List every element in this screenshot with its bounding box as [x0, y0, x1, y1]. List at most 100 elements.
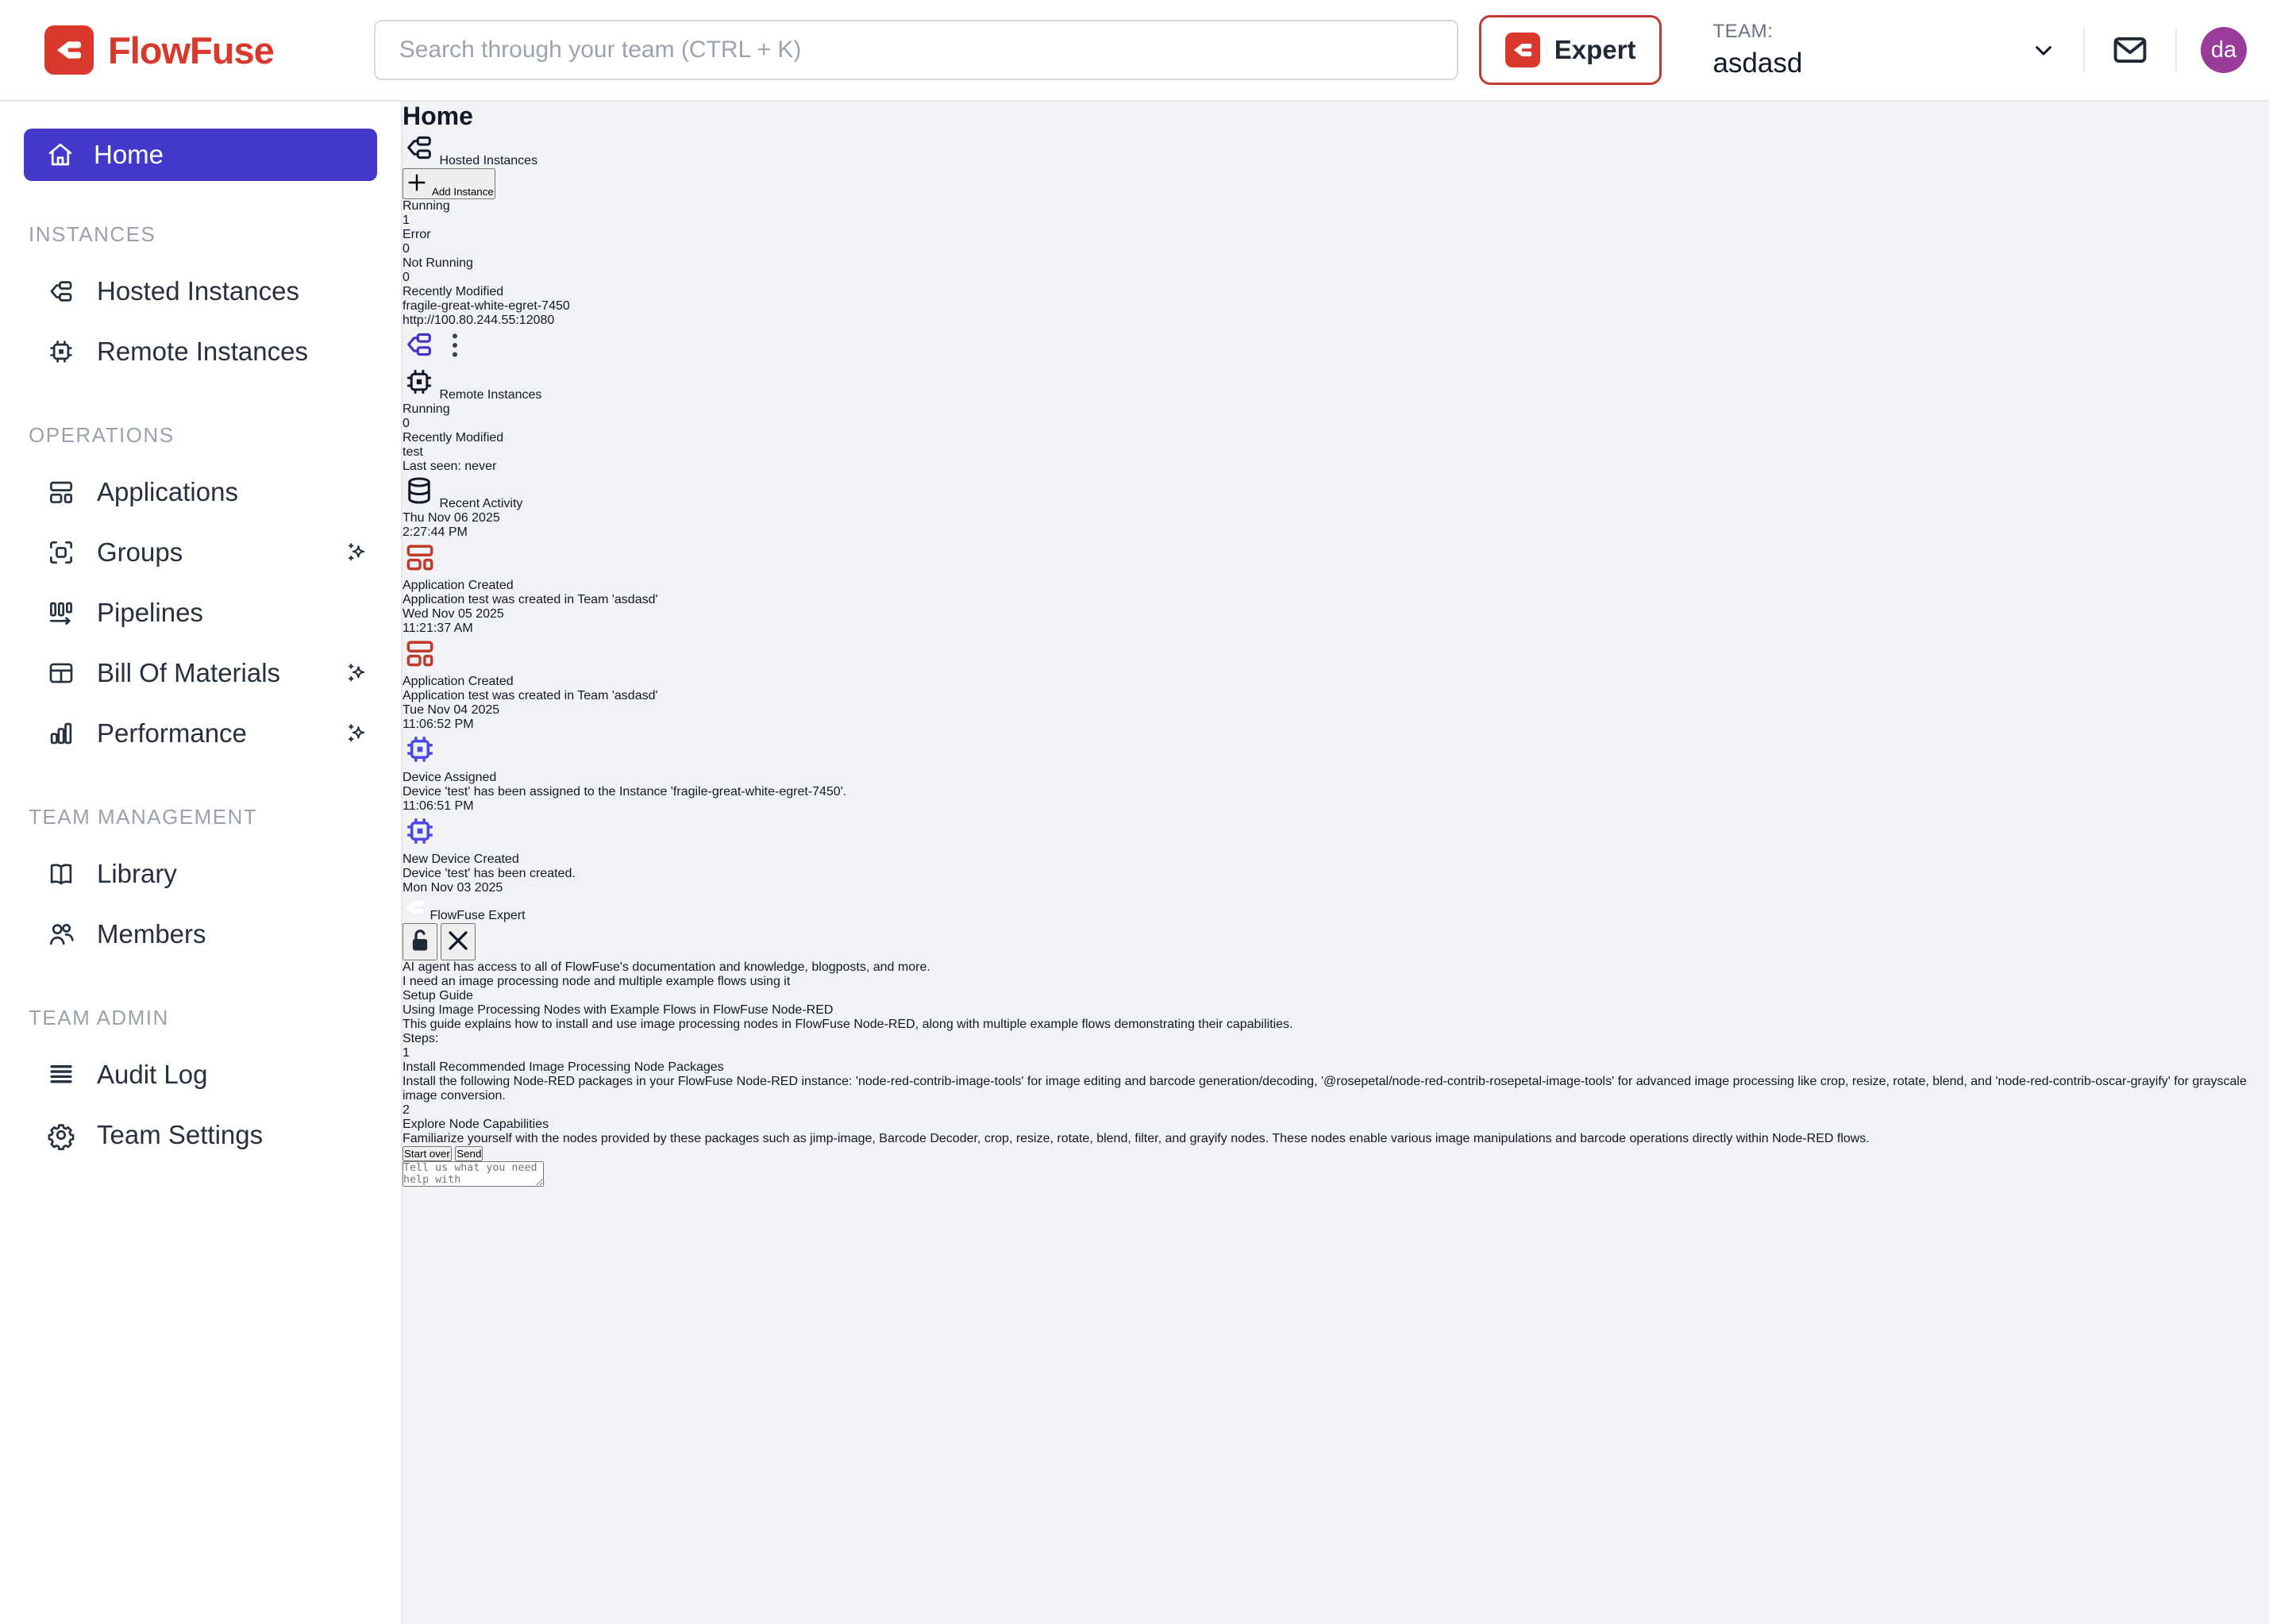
sidebar-item-pipelines[interactable]: Pipelines	[0, 583, 401, 643]
sidebar-item-team-settings[interactable]: Team Settings	[0, 1105, 401, 1165]
hosted-instances-icon	[403, 131, 436, 164]
search-input[interactable]	[374, 20, 1458, 80]
flowfuse-mini-logo-icon	[1505, 33, 1540, 67]
sidebar-section-team-admin: TEAM ADMIN	[29, 1006, 372, 1030]
unlock-icon	[404, 925, 436, 956]
device-row[interactable]: test Last seen: never	[403, 445, 2269, 474]
kebab-menu-icon[interactable]	[439, 329, 471, 361]
sidebar-item-remote-instances[interactable]: Remote Instances	[0, 321, 401, 382]
chat-input[interactable]	[403, 1161, 544, 1187]
sidebar-item-label: Team Settings	[97, 1120, 263, 1150]
flowfuse-logo-icon	[44, 25, 94, 75]
application-icon	[403, 540, 437, 575]
close-panel-button[interactable]	[441, 923, 476, 960]
sidebar-item-home[interactable]: Home	[24, 129, 377, 181]
start-over-button[interactable]: Start over	[403, 1146, 452, 1161]
activity-date: Wed Nov 05 2025	[403, 607, 2269, 622]
user-avatar[interactable]: da	[2201, 27, 2247, 73]
step-title: Explore Node Capabilities	[403, 1118, 2269, 1132]
user-message-bubble: I need an image processing node and mult…	[403, 975, 2269, 989]
ai-access-notice: AI agent has access to all of FlowFuse's…	[403, 960, 2269, 975]
event-title: Application Created	[403, 579, 2269, 593]
flowfuse-logo[interactable]: FlowFuse	[44, 25, 274, 75]
activity-row: 2:27:44 PM Application Created Applicati…	[403, 525, 2269, 607]
page-header: Home	[403, 102, 2269, 131]
recent-activity-card: Recent Activity Thu Nov 06 2025 2:27:44 …	[403, 474, 2269, 895]
stat-value: 1	[403, 214, 2269, 228]
sidebar-item-groups[interactable]: Groups	[0, 522, 401, 583]
expert-brand: FlowFuse	[430, 909, 484, 922]
sidebar-item-bill-of-materials[interactable]: Bill Of Materials	[0, 643, 401, 703]
topbar-divider	[2175, 28, 2177, 72]
notifications-mail-button[interactable]	[2109, 28, 2152, 72]
device-last-seen: Last seen: never	[403, 460, 2269, 474]
event-title: Device Assigned	[403, 771, 2269, 785]
add-instance-label: Add Instance	[432, 186, 494, 198]
application-icon	[403, 636, 437, 671]
sidebar-item-label: Library	[97, 859, 177, 889]
hosted-instances-icon	[46, 276, 76, 306]
event-time: 11:21:37 AM	[403, 622, 2269, 636]
event-time: 2:27:44 PM	[403, 525, 2269, 540]
stat-value: 0	[403, 271, 2269, 285]
sidebar-item-label: Hosted Instances	[97, 276, 299, 306]
sidebar-item-applications[interactable]: Applications	[0, 462, 401, 522]
expert-panel-title: Expert	[488, 909, 525, 922]
open-editor-icon[interactable]	[403, 328, 436, 361]
pipelines-icon	[46, 598, 76, 628]
chevron-down-icon	[2028, 34, 2059, 66]
event-description: Device 'test' has been assigned to the I…	[403, 785, 2269, 799]
top-bar: FlowFuse Expert TEAM: asdasd da	[0, 0, 2269, 102]
team-selector[interactable]: TEAM: asdasd	[1712, 21, 2059, 79]
guide-intro: This guide explains how to install and u…	[403, 1018, 2269, 1032]
expert-panel: FlowFuse Expert AI agent has access to a…	[403, 895, 2269, 1191]
card-title: Remote Instances	[439, 388, 541, 402]
activity-row: 11:21:37 AM Application Created Applicat…	[403, 622, 2269, 703]
send-button[interactable]: Send	[455, 1146, 483, 1161]
groups-icon	[46, 537, 76, 568]
card-title: Hosted Instances	[439, 154, 537, 167]
sidebar-item-performance[interactable]: Performance	[0, 703, 401, 764]
activity-row: 11:06:51 PM New Device Created Device 't…	[403, 799, 2269, 881]
audit-log-icon	[46, 1060, 76, 1090]
sidebar-section-team-management: TEAM MANAGEMENT	[29, 805, 372, 829]
pin-panel-button[interactable]	[403, 923, 437, 960]
step-body: Familiarize yourself with the nodes prov…	[403, 1132, 2269, 1146]
sidebar-item-label: Audit Log	[97, 1060, 207, 1090]
gear-icon	[46, 1120, 76, 1150]
sparkle-icon	[344, 720, 371, 747]
expert-panel-header: FlowFuse Expert	[403, 895, 2269, 960]
stat-label: Error	[403, 228, 2269, 242]
stat-label: Not Running	[403, 256, 2269, 271]
applications-icon	[46, 477, 76, 507]
activity-date: Thu Nov 06 2025	[403, 511, 2269, 525]
steps-label: Steps:	[403, 1032, 2269, 1046]
event-description: Application test was created in Team 'as…	[403, 593, 2269, 607]
step-number-badge: 2	[403, 1103, 2269, 1118]
blogposts-link[interactable]: blogposts	[811, 960, 866, 974]
expert-button[interactable]: Expert	[1479, 15, 1662, 85]
remote-instances-card: Remote Instances Running 0 Recently Modi…	[403, 365, 2269, 474]
expert-panel-footer: Start over Send	[403, 1146, 2269, 1191]
page-title: Home	[403, 102, 2269, 131]
sidebar-item-members[interactable]: Members	[0, 904, 401, 964]
documentation-link[interactable]: documentation and knowledge	[632, 960, 804, 974]
add-instance-button[interactable]: Add Instance	[403, 168, 495, 199]
event-title: Application Created	[403, 675, 2269, 689]
event-description: Application test was created in Team 'as…	[403, 689, 2269, 703]
sidebar-item-hosted-instances[interactable]: Hosted Instances	[0, 261, 401, 321]
sidebar-section-instances: INSTANCES	[29, 222, 372, 247]
sidebar-item-library[interactable]: Library	[0, 844, 401, 904]
expert-button-label: Expert	[1554, 35, 1636, 65]
stat-label: Running	[403, 199, 2269, 214]
close-icon	[442, 925, 474, 956]
recently-modified-label: Recently Modified	[403, 431, 2269, 445]
team-name: asdasd	[1712, 48, 1802, 79]
instance-name: fragile-great-white-egret-7450	[403, 299, 2269, 314]
setup-guide-badge: Setup Guide	[403, 989, 473, 1002]
device-icon	[403, 814, 437, 849]
instance-row[interactable]: fragile-great-white-egret-7450 http://10…	[403, 299, 2269, 365]
sidebar: Home INSTANCES Hosted Instances Remote I…	[0, 102, 403, 1624]
sidebar-item-audit-log[interactable]: Audit Log	[0, 1045, 401, 1105]
card-title: Recent Activity	[439, 497, 522, 510]
